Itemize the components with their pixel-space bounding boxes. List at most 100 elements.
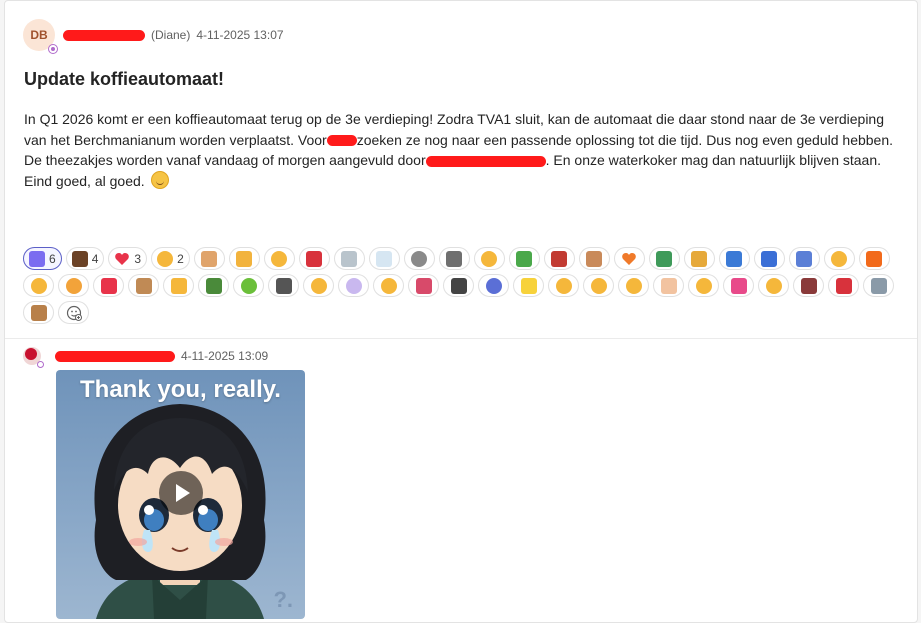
reaction-chip[interactable] (333, 247, 365, 270)
woman-bowing-icon (586, 250, 603, 267)
potato-icon (135, 277, 152, 294)
coffee-icon (71, 250, 88, 267)
reaction-chip[interactable] (128, 274, 159, 297)
reaction-chip[interactable] (193, 247, 225, 270)
reaction-chip[interactable] (513, 274, 544, 297)
author-suffix: (Diane) (151, 28, 191, 42)
author-name[interactable]: (Diane) (63, 28, 190, 42)
glass-of-milk-icon (376, 250, 393, 267)
eyes-icon (275, 277, 292, 294)
ghost-icon (345, 277, 362, 294)
reaction-chip[interactable] (473, 247, 505, 270)
body-text: De theezakjes worden vanaf vandaag of mo… (24, 152, 426, 168)
reaction-chip[interactable] (443, 274, 474, 297)
reaction-chip[interactable]: 3 (108, 247, 148, 270)
play-icon[interactable] (159, 471, 203, 515)
avatar[interactable]: DB (23, 19, 58, 54)
reaction-chip[interactable] (548, 274, 579, 297)
reaction-chip[interactable] (58, 274, 89, 297)
lollipop-icon (730, 277, 747, 294)
avatar-initials: DB (30, 28, 48, 42)
reaction-chip[interactable] (578, 247, 610, 270)
reaction-chip[interactable] (228, 247, 260, 270)
body-text: Eind goed, al goed. (24, 172, 145, 189)
reaction-chip[interactable] (478, 274, 509, 297)
redacted-name[interactable] (55, 350, 175, 362)
heart-hands-icon (831, 250, 848, 267)
reaction-chip[interactable] (863, 274, 894, 297)
party-popper-icon (29, 250, 45, 267)
birthday-cake-icon (660, 277, 677, 294)
reaction-chip[interactable] (828, 274, 859, 297)
reaction-chip[interactable] (723, 274, 754, 297)
cat-grin-icon (30, 277, 47, 294)
smiling-face-icon (590, 277, 607, 294)
reaction-chip[interactable] (268, 274, 299, 297)
reaction-chip[interactable] (23, 274, 54, 297)
sunglasses-face-icon (765, 277, 782, 294)
reaction-chip[interactable] (163, 274, 194, 297)
seedling-icon (516, 250, 533, 267)
reaction-chip[interactable] (233, 274, 264, 297)
reaction-chip[interactable] (508, 247, 540, 270)
sun-face-icon (695, 277, 712, 294)
body-text: . En onze waterkoker mag dan natuurlijk … (545, 152, 882, 168)
reaction-chip[interactable]: 6 (23, 247, 62, 270)
body-text: zoeken ze nog naar een passende oplossin… (356, 131, 894, 148)
reaction-chip[interactable] (758, 274, 789, 297)
person-cartwheel-icon (726, 250, 743, 267)
reaction-chip[interactable] (648, 247, 680, 270)
hot-beverage-icon (341, 250, 358, 267)
reaction-chip[interactable] (688, 274, 719, 297)
orange-heart-icon (621, 251, 637, 267)
reaction-chip[interactable] (403, 247, 435, 270)
reaction-chip[interactable] (263, 247, 295, 270)
champagne-icon (205, 277, 222, 294)
star-struck-face-icon (555, 277, 572, 294)
add-reaction-button[interactable] (58, 301, 89, 324)
mantel-clock-icon (800, 277, 817, 294)
reply-avatar[interactable] (23, 347, 44, 368)
reaction-chip[interactable] (788, 247, 820, 270)
scream-face-icon (485, 277, 502, 294)
reaction-chip[interactable] (583, 274, 614, 297)
reaction-chip[interactable] (683, 247, 715, 270)
reaction-chip[interactable] (93, 274, 124, 297)
reaction-chip[interactable]: 2 (151, 247, 190, 270)
cat-smile-icon (157, 250, 174, 267)
reaction-count: 4 (91, 251, 99, 266)
cow-face-icon (411, 250, 428, 267)
reaction-chip[interactable] (858, 247, 890, 270)
lungs-icon (656, 250, 673, 267)
reaction-chip[interactable] (303, 274, 334, 297)
reaction-chip[interactable] (823, 247, 855, 270)
reaction-count: 2 (177, 251, 184, 266)
reaction-chip[interactable] (653, 274, 684, 297)
post-title: Update koffieautomaat! (24, 69, 225, 89)
reaction-chip[interactable] (198, 274, 229, 297)
handshake-icon (170, 277, 187, 294)
message-card: DB (Diane) 4-11-2025 13:07 Update koffie… (4, 0, 918, 623)
redacted-name (63, 29, 145, 41)
reaction-chip[interactable] (618, 274, 649, 297)
reactions-bar: 6 4 3 2 (23, 247, 903, 324)
reaction-chip[interactable] (438, 247, 470, 270)
bowl-icon (551, 250, 568, 267)
smiling-face-icon (150, 170, 169, 189)
reaction-chip[interactable] (298, 247, 330, 270)
reaction-chip[interactable] (408, 274, 439, 297)
reaction-chip[interactable] (368, 247, 400, 270)
presence-status-icon (48, 44, 58, 54)
teapot-icon (306, 250, 323, 267)
reaction-chip[interactable] (373, 274, 404, 297)
reaction-chip[interactable] (718, 247, 750, 270)
reaction-chip[interactable] (753, 247, 785, 270)
reaction-chip[interactable] (338, 274, 369, 297)
reaction-chip[interactable]: 4 (65, 247, 105, 270)
glasses-face-icon (310, 277, 327, 294)
reaction-chip[interactable] (793, 274, 824, 297)
reaction-chip[interactable] (543, 247, 575, 270)
reaction-chip[interactable] (613, 247, 645, 270)
gif-attachment[interactable]: Thank you, really. ?. (56, 370, 305, 619)
reaction-chip[interactable] (23, 301, 54, 324)
